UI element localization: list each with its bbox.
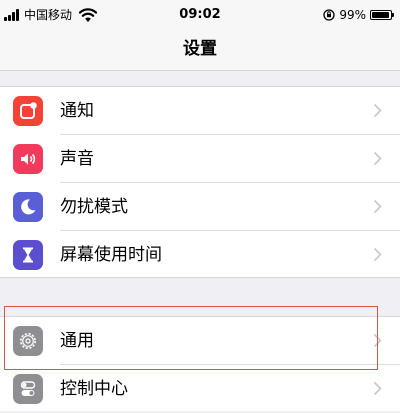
battery-percent: 99% [339,8,366,22]
battery-icon [370,10,394,20]
navigation-bar: 设置 [0,30,400,71]
row-label: 通用 [60,331,94,351]
chevron-right-icon [373,103,382,118]
row-label: 声音 [60,149,94,169]
settings-row-screen-time[interactable]: 屏幕使用时间 [0,231,400,279]
chevron-right-icon [373,333,382,348]
page-title: 设置 [183,39,217,59]
settings-row-notifications[interactable]: 通知 [0,87,400,135]
screen-time-icon [13,240,43,270]
chevron-right-icon [373,199,382,214]
do-not-disturb-icon [13,192,43,222]
sounds-icon [13,144,43,174]
row-label: 勿扰模式 [60,197,128,217]
chevron-right-icon [373,151,382,166]
row-label: 屏幕使用时间 [60,245,162,265]
status-right: 99% [323,7,394,23]
settings-row-general[interactable]: 通用 [0,317,400,365]
notifications-icon [13,96,43,126]
rotation-lock-icon [323,9,335,21]
status-bar: 中国移动 09:02 99% [0,0,400,30]
row-label: 通知 [60,101,94,121]
gear-icon [13,326,43,356]
control-center-icon [13,374,43,404]
chevron-right-icon [373,381,382,396]
settings-row-do-not-disturb[interactable]: 勿扰模式 [0,183,400,231]
settings-row-sounds[interactable]: 声音 [0,135,400,183]
settings-group-2: 通用 控制中心 [0,316,400,411]
settings-row-control-center[interactable]: 控制中心 [0,365,400,413]
settings-group-1: 通知 声音 勿扰模式 屏幕使用时间 [0,86,400,278]
chevron-right-icon [373,247,382,262]
row-label: 控制中心 [60,379,128,399]
